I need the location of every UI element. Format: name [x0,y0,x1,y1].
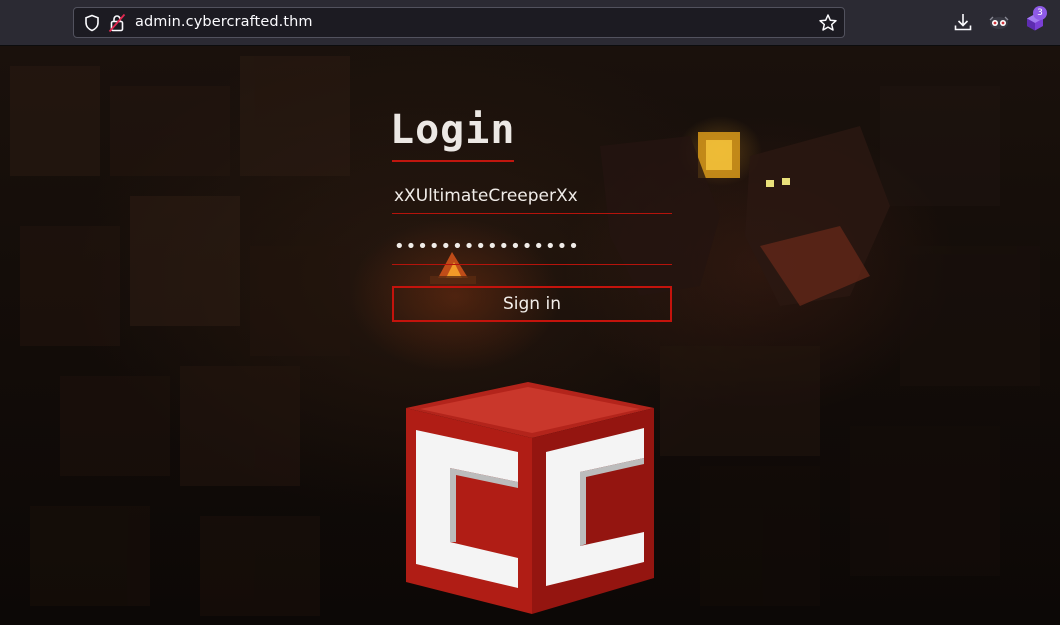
login-page: Login Sign in CC [0,46,1060,625]
sign-in-button[interactable]: Sign in [392,286,672,322]
lock-icon[interactable] [108,13,126,33]
download-icon[interactable] [952,11,974,33]
password-field-wrapper [392,229,672,265]
address-bar[interactable]: admin.cybercrafted.thm [73,7,845,38]
login-title: Login [390,107,516,153]
password-input[interactable] [392,229,672,264]
shield-icon[interactable] [83,14,101,32]
cybercrafted-logo: CC [406,382,654,614]
browser-toolbar: admin.cybercrafted.thm 3 [0,0,1060,46]
extension-badge: 3 [1033,6,1047,20]
extension-mask-icon[interactable] [988,11,1010,33]
title-underline [392,160,514,162]
username-field-wrapper [392,178,672,214]
username-input[interactable] [392,178,672,213]
bookmark-star-icon[interactable] [818,13,838,33]
url-text[interactable]: admin.cybercrafted.thm [135,14,313,30]
